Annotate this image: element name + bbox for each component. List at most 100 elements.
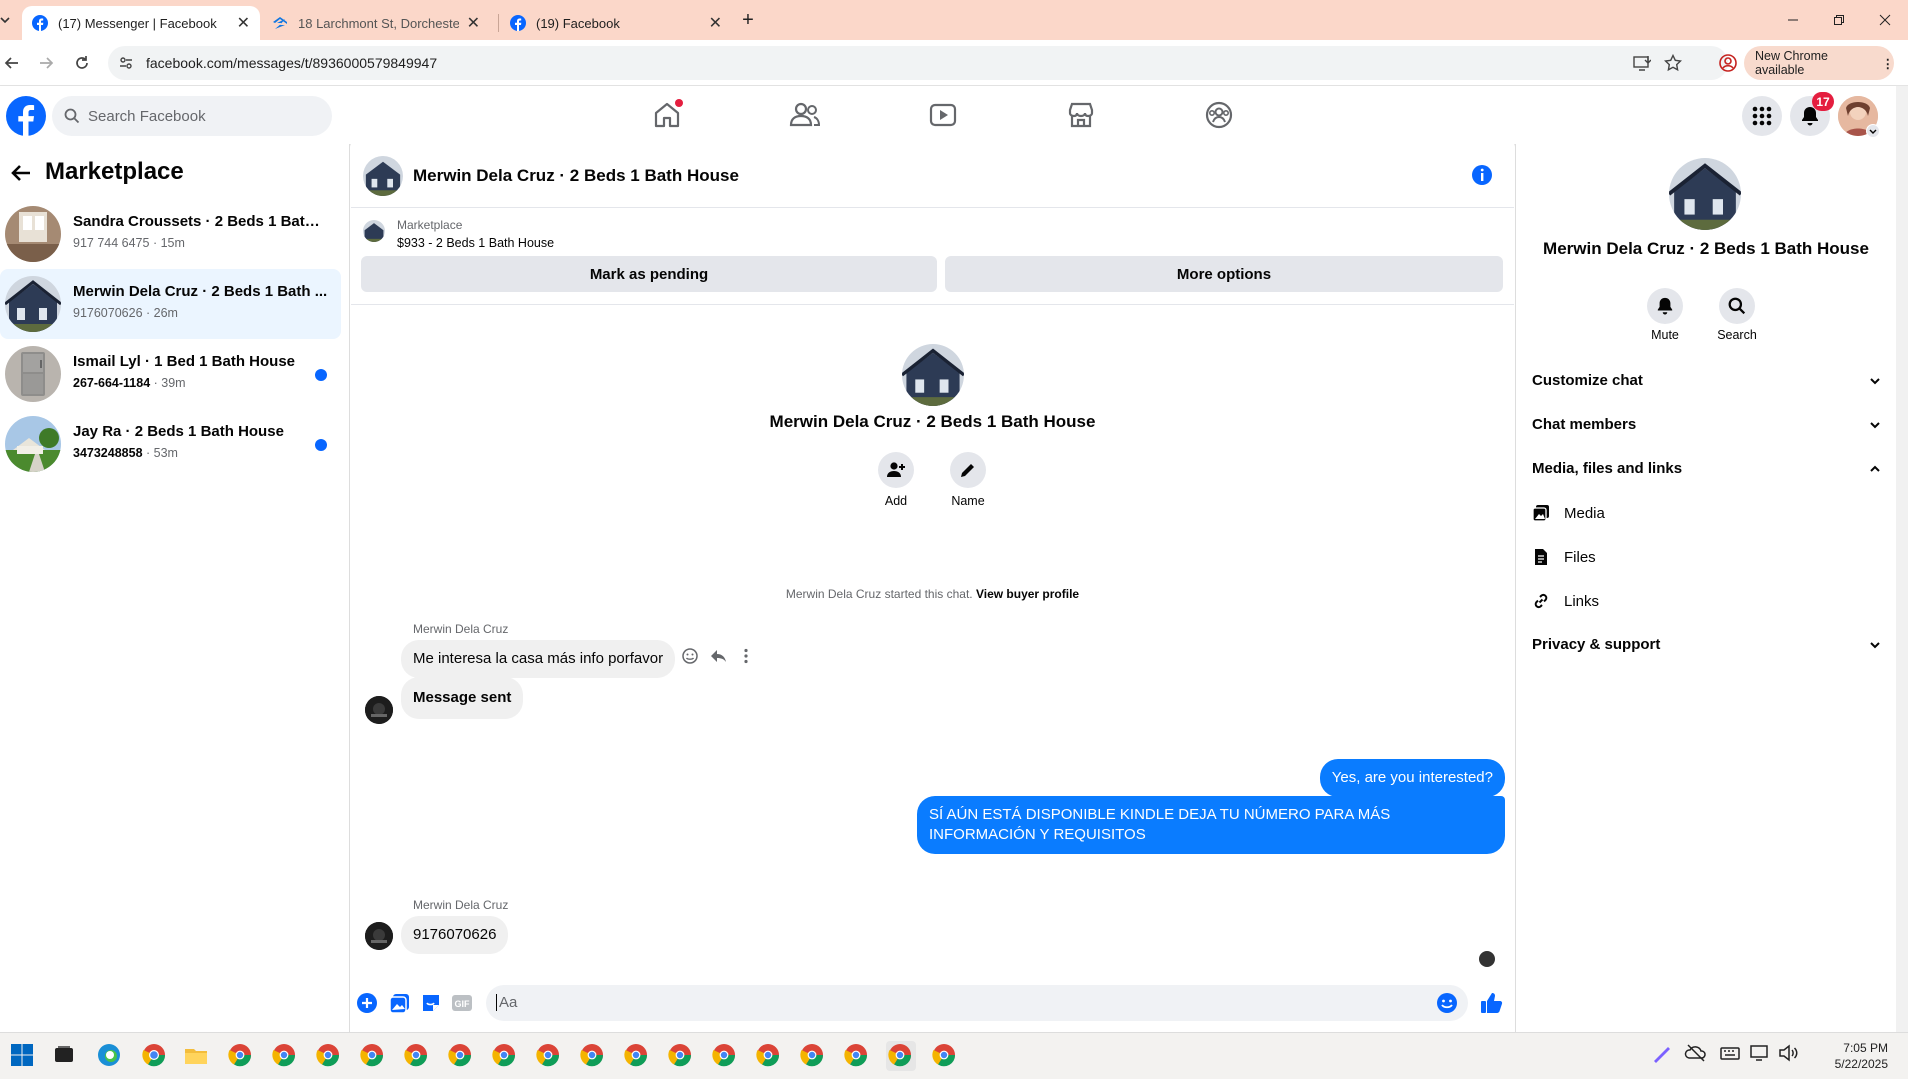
video-icon[interactable] — [926, 98, 960, 132]
conversation-item-jay[interactable]: Jay Ra · 2 Beds 1 Bath House 3473248858 … — [0, 409, 341, 479]
chrome-icon[interactable] — [314, 1041, 344, 1071]
browser-tab-messenger[interactable]: (17) Messenger | Facebook ✕ — [22, 6, 260, 40]
onedrive-icon[interactable] — [1684, 1041, 1714, 1071]
back-arrow-icon[interactable] — [10, 162, 32, 184]
new-chrome-available-button[interactable]: New Chrome available ⋮ — [1744, 46, 1894, 80]
new-tab-button[interactable]: + — [733, 8, 763, 32]
conversation-item-ismail[interactable]: Ismail Lyl · 1 Bed 1 Bath House 267-664-… — [0, 339, 341, 409]
message-bubble-outgoing[interactable]: SÍ AÚN ESTÁ DISPONIBLE KINDLE DEJA TU NÚ… — [917, 796, 1505, 854]
message-bubble[interactable]: Me interesa la casa más info porfavor — [401, 640, 676, 678]
chrome-icon[interactable] — [578, 1041, 608, 1071]
search-in-chat-button[interactable] — [1719, 288, 1755, 324]
keyboard-icon[interactable] — [1718, 1041, 1748, 1071]
chat-avatar[interactable] — [363, 156, 403, 196]
browser-tab-facebook[interactable]: (19) Facebook ✕ — [500, 6, 732, 40]
facebook-logo-icon[interactable] — [6, 96, 46, 136]
chrome-icon[interactable] — [622, 1041, 652, 1071]
thumbs-up-icon[interactable] — [1479, 991, 1503, 1015]
gallery-icon[interactable] — [389, 992, 411, 1014]
chrome-icon[interactable] — [270, 1041, 300, 1071]
links-row[interactable]: Links — [1532, 592, 1599, 610]
more-options-button[interactable]: More options — [945, 256, 1503, 292]
close-tab-icon[interactable]: ✕ — [709, 13, 722, 33]
chrome-icon[interactable] — [754, 1041, 784, 1071]
files-row[interactable]: Files — [1532, 548, 1596, 566]
media-files-links-row[interactable]: Media, files and links — [1532, 460, 1882, 477]
profile-icon[interactable] — [1718, 53, 1738, 73]
close-tab-icon[interactable]: ✕ — [467, 13, 480, 33]
emoji-icon[interactable] — [1436, 992, 1458, 1014]
sender-avatar[interactable] — [365, 922, 393, 950]
facebook-search-input[interactable]: Search Facebook — [52, 96, 332, 136]
chrome-icon[interactable] — [666, 1041, 696, 1071]
chrome-icon[interactable] — [140, 1041, 170, 1071]
minimize-button[interactable] — [1770, 8, 1816, 32]
sticker-icon[interactable] — [420, 992, 442, 1014]
file-explorer-icon[interactable] — [182, 1041, 212, 1071]
listing-title[interactable]: $933 - 2 Beds 1 Bath House — [397, 236, 554, 250]
info-icon[interactable] — [1471, 164, 1493, 186]
react-icon[interactable] — [681, 647, 699, 665]
view-buyer-profile-link[interactable]: View buyer profile — [976, 587, 1079, 601]
customize-chat-row[interactable]: Customize chat — [1532, 372, 1882, 389]
media-row[interactable]: Media — [1532, 504, 1605, 522]
chrome-icon[interactable] — [226, 1041, 256, 1071]
network-icon[interactable] — [1748, 1041, 1778, 1071]
chrome-icon[interactable] — [358, 1041, 388, 1071]
plus-circle-icon[interactable] — [356, 992, 378, 1014]
mark-as-pending-button[interactable]: Mark as pending — [361, 256, 937, 292]
message-bubble[interactable]: 9176070626 — [401, 916, 509, 954]
chrome-icon[interactable] — [798, 1041, 828, 1071]
system-clock[interactable]: 7:05 PM 5/22/2025 — [1808, 1040, 1888, 1072]
back-button[interactable] — [0, 51, 24, 75]
message-input[interactable]: Aa — [486, 985, 1468, 1021]
restore-button[interactable] — [1816, 8, 1862, 32]
gif-icon[interactable]: GIF — [451, 993, 473, 1013]
chrome-icon[interactable] — [842, 1041, 872, 1071]
tab-search-icon[interactable] — [0, 8, 20, 32]
listing-thumb[interactable] — [363, 220, 385, 242]
account-chevron-icon[interactable] — [1866, 124, 1880, 138]
mute-button[interactable] — [1647, 288, 1683, 324]
pen-icon[interactable] — [1650, 1041, 1680, 1071]
menu-grid-button[interactable] — [1742, 96, 1782, 136]
url-text[interactable]: facebook.com/messages/t/8936000579849947 — [146, 55, 437, 71]
reply-icon[interactable] — [709, 647, 727, 665]
edge-icon[interactable] — [95, 1041, 125, 1071]
page-scrollbar[interactable] — [1896, 86, 1908, 1032]
marketplace-icon[interactable] — [1064, 98, 1098, 132]
chrome-icon[interactable] — [446, 1041, 476, 1071]
more-actions-icon[interactable] — [737, 647, 755, 665]
notifications-button[interactable]: 17 — [1790, 92, 1834, 136]
details-avatar[interactable] — [1669, 158, 1741, 230]
task-view-icon[interactable] — [50, 1041, 80, 1071]
conversation-item-sandra[interactable]: Sandra Croussets · 2 Beds 1 Bath H... 91… — [0, 199, 341, 269]
message-bubble-outgoing[interactable]: Yes, are you interested? — [1319, 759, 1505, 797]
groups-icon[interactable] — [1202, 98, 1236, 132]
address-bar[interactable]: facebook.com/messages/t/8936000579849947 — [108, 46, 1728, 80]
home-icon[interactable] — [650, 98, 684, 132]
chat-title[interactable]: Merwin Dela Cruz · 2 Beds 1 Bath House — [413, 166, 739, 186]
chrome-icon[interactable] — [490, 1041, 520, 1071]
chrome-icon[interactable] — [534, 1041, 564, 1071]
message-bubble[interactable]: Message sent — [401, 677, 524, 719]
forward-button[interactable] — [34, 51, 58, 75]
browser-tab-zillow[interactable]: 18 Larchmont St, Dorchester Ce ✕ — [262, 6, 490, 40]
bookmark-star-icon[interactable] — [1664, 54, 1682, 72]
site-info-icon[interactable] — [118, 55, 134, 71]
chrome-icon-active[interactable] — [886, 1041, 916, 1071]
edit-name-button[interactable] — [950, 452, 986, 488]
sender-avatar[interactable] — [365, 696, 393, 724]
close-tab-icon[interactable]: ✕ — [237, 13, 250, 33]
friends-icon[interactable] — [788, 98, 822, 132]
chrome-icon[interactable] — [402, 1041, 432, 1071]
windows-start-icon[interactable] — [8, 1041, 38, 1071]
conversation-item-merwin[interactable]: Merwin Dela Cruz · 2 Beds 1 Bath ... 917… — [0, 269, 341, 339]
chrome-icon[interactable] — [710, 1041, 740, 1071]
privacy-support-row[interactable]: Privacy & support — [1532, 636, 1882, 653]
chrome-icon[interactable] — [930, 1041, 960, 1071]
install-app-icon[interactable] — [1633, 54, 1651, 72]
close-window-button[interactable] — [1862, 8, 1908, 32]
volume-icon[interactable] — [1776, 1041, 1806, 1071]
add-person-button[interactable] — [878, 452, 914, 488]
